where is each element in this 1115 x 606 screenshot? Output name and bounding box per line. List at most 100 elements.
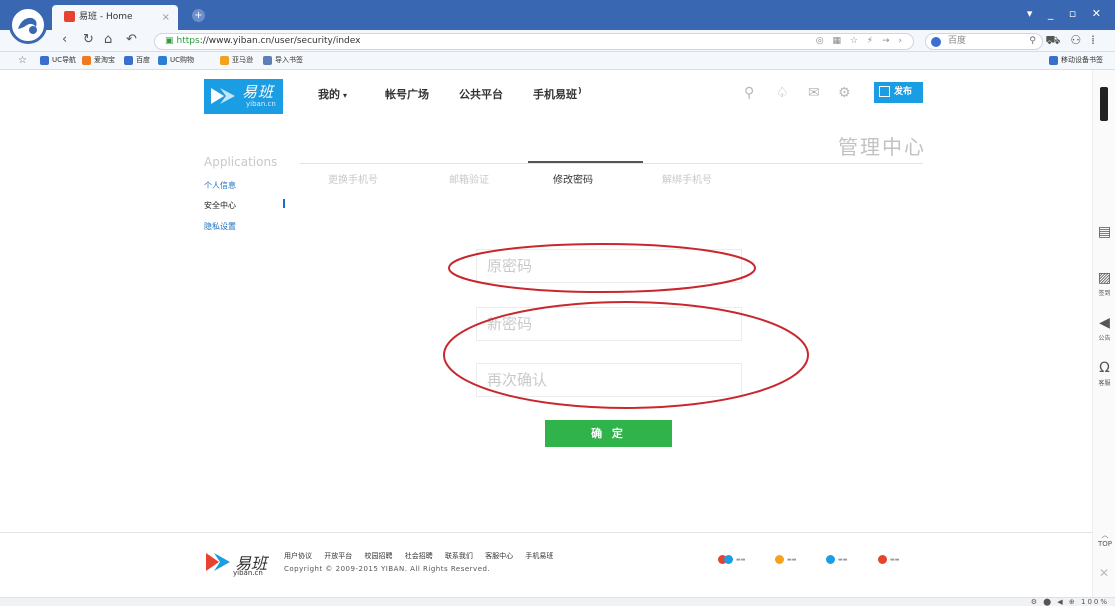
- uc-browser-logo[interactable]: [9, 6, 47, 44]
- tab-unbind-phone[interactable]: 解绑手机号: [662, 171, 712, 186]
- copyright: Copyright © 2009-2015 YIBAN. All Rights …: [284, 565, 491, 573]
- bookmark-icon: [158, 55, 167, 65]
- gear-icon[interactable]: ⚙: [838, 85, 851, 101]
- bookmarks-bar: ☆ UC导航 爱淘宝 百度 UC购物 亚马逊 导入书签 移动设备书签: [0, 52, 1115, 70]
- red-annotation-ellipse: [448, 243, 756, 293]
- back-to-top-button[interactable]: ︿ TOP: [1096, 530, 1114, 548]
- partner-logo[interactable]: ▬▬: [775, 555, 796, 564]
- yiban-mark-icon: [211, 88, 235, 104]
- search-input[interactable]: 百度 ⚲: [925, 33, 1043, 50]
- address-bar[interactable]: ▣ https://www.yiban.cn/user/security/inde…: [154, 33, 914, 50]
- rail-item-checkin[interactable]: ▨ 签到: [1093, 270, 1115, 297]
- bookmark-icon: [124, 55, 133, 65]
- footer-link[interactable]: 社会招聘: [405, 552, 433, 560]
- new-tab-button[interactable]: +: [192, 9, 205, 22]
- footer-links: 用户协议 开放平台 校园招聘 社会招聘 联系我们 客服中心 手机易班: [284, 551, 563, 561]
- footer-logo-subtext: yiban.cn: [233, 569, 263, 577]
- chat-icon: ▤: [1097, 224, 1112, 240]
- edit-icon: [879, 86, 890, 97]
- window-controls[interactable]: ▾ _ ▫ ✕: [1027, 7, 1107, 20]
- footer-link[interactable]: 客服中心: [485, 552, 513, 560]
- mobile-bookmarks[interactable]: 移动设备书签: [1049, 52, 1103, 69]
- footer-link[interactable]: 联系我们: [445, 552, 473, 560]
- browser-statusbar: ⚙ ⬤ ◀ ⊕ 100%: [0, 597, 1115, 606]
- tab-close-icon[interactable]: ×: [162, 5, 170, 30]
- red-annotation-ellipse: [443, 301, 809, 409]
- bookmark-item[interactable]: UC导航: [40, 52, 76, 69]
- footer-divider: [0, 532, 1092, 533]
- url-path: ://www.yiban.cn/user/security/index: [199, 36, 361, 46]
- home-icon[interactable]: ⌂: [104, 32, 112, 47]
- active-tab-indicator: [528, 161, 643, 163]
- publish-button[interactable]: 发布: [874, 82, 923, 103]
- sidebar-active-marker: [283, 199, 285, 208]
- bookmark-item[interactable]: 爱淘宝: [82, 52, 115, 69]
- browser-tab[interactable]: 易班 - Home ×: [52, 5, 178, 30]
- bookmark-item[interactable]: 亚马逊: [220, 52, 253, 69]
- rail-chat-icon[interactable]: ▤: [1093, 224, 1115, 242]
- nav-item-account-square[interactable]: 帐号广场: [385, 86, 429, 102]
- bookmark-item[interactable]: 导入书签: [263, 52, 303, 69]
- footer-link[interactable]: 校园招聘: [364, 552, 392, 560]
- nav-item-mobile-yiban[interactable]: 手机易班): [533, 86, 582, 102]
- search-icon[interactable]: ⚲: [744, 85, 754, 101]
- undo-icon[interactable]: ↶: [126, 32, 137, 47]
- applications-heading: Applications: [204, 155, 278, 169]
- page-title: 管理中心: [838, 135, 926, 159]
- confirm-button[interactable]: 确 定: [545, 420, 672, 447]
- checkin-icon: ▨: [1097, 270, 1112, 286]
- bookmark-icon: [40, 55, 49, 65]
- search-icon[interactable]: ⚲: [1029, 34, 1036, 49]
- bookmark-item[interactable]: 百度: [124, 52, 150, 69]
- close-icon[interactable]: ✕: [1099, 566, 1109, 580]
- browser-titlebar: 易班 - Home × + ▾ _ ▫ ✕: [0, 0, 1115, 30]
- sidebar-item-privacy[interactable]: 隐私设置: [204, 221, 236, 232]
- tabs-divider: [300, 163, 923, 164]
- rail-item-notice[interactable]: ◀ 公告: [1093, 315, 1115, 342]
- partner-logo[interactable]: ▬▬: [878, 555, 899, 564]
- nav-item-public-platform[interactable]: 公共平台: [459, 86, 503, 102]
- tab-title: 易班 - Home: [79, 12, 133, 22]
- speaker-icon: ◀: [1099, 315, 1110, 331]
- caret-down-icon: ▾: [343, 91, 348, 100]
- publish-label: 发布: [894, 87, 913, 97]
- bookmark-icon: [82, 55, 91, 65]
- signal-icon: ): [578, 86, 582, 95]
- bookmark-item[interactable]: UC购物: [158, 52, 194, 69]
- footer-link[interactable]: 用户协议: [284, 552, 312, 560]
- tab-change-password[interactable]: 修改密码: [553, 171, 593, 186]
- bookmark-icon: [220, 55, 229, 65]
- nav-item-mine[interactable]: 我的 ▾: [318, 86, 347, 102]
- status-icons[interactable]: ⚙ ⬤ ◀ ⊕ 100%: [1031, 598, 1109, 606]
- chevron-up-icon: ︿: [1101, 531, 1109, 539]
- mail-icon[interactable]: ✉: [808, 85, 820, 101]
- footer-link[interactable]: 开放平台: [324, 552, 352, 560]
- bookmark-star-icon[interactable]: ☆: [18, 52, 27, 69]
- tab-change-phone[interactable]: 更换手机号: [328, 171, 378, 186]
- partner-logo[interactable]: ▬▬: [718, 555, 745, 564]
- headset-icon: Ω: [1099, 360, 1110, 376]
- browser-navbar: ‹ ↻ ⌂ ↶ ▣ https://www.yiban.cn/user/secur…: [0, 30, 1115, 52]
- footer-link[interactable]: 手机易班: [525, 552, 553, 560]
- footer-logo[interactable]: 易班 yiban.cn: [205, 550, 267, 578]
- bell-icon[interactable]: ♤: [776, 85, 789, 101]
- refresh-icon[interactable]: ↻: [83, 32, 94, 47]
- browser-toolbar-icons[interactable]: ⛟⚇⁞: [1045, 33, 1105, 49]
- secure-lock-icon: ▣: [165, 36, 174, 46]
- logo-text: 易班: [242, 83, 275, 101]
- yiban-logo[interactable]: 易班 yiban.cn: [204, 79, 283, 114]
- yiban-mark-icon: [206, 553, 230, 571]
- rail-item-service[interactable]: Ω 客服: [1093, 360, 1115, 387]
- bookmark-icon: [263, 55, 272, 65]
- address-tools-icon[interactable]: ◎ ▦ ☆ ⚡ → ›: [816, 34, 905, 49]
- yiban-favicon-icon: [64, 11, 75, 22]
- back-icon[interactable]: ‹: [62, 32, 67, 47]
- logo-subtext: yiban.cn: [246, 100, 276, 108]
- tab-email-verify[interactable]: 邮箱验证: [449, 171, 489, 186]
- partner-logo[interactable]: ▬▬: [826, 555, 847, 564]
- right-side-rail: ▤ ▨ 签到 ◀ 公告 Ω 客服: [1092, 70, 1115, 597]
- sidebar-item-security[interactable]: 安全中心: [204, 200, 236, 211]
- search-engine-icon[interactable]: [931, 37, 941, 47]
- sidebar-item-personal-info[interactable]: 个人信息: [204, 180, 236, 191]
- scroll-thumb[interactable]: [1100, 87, 1108, 121]
